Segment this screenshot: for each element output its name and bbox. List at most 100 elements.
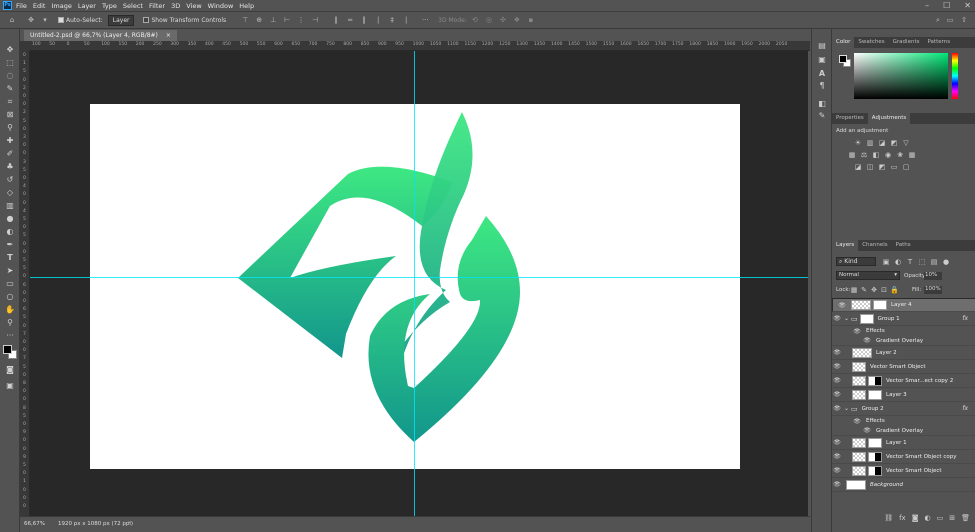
dodge-tool-icon[interactable]: ◐ bbox=[4, 227, 16, 237]
effects-row[interactable]: 👁 Effects bbox=[832, 326, 975, 336]
chevron-down-icon[interactable]: ⌄ bbox=[844, 315, 849, 322]
move-tool-icon[interactable]: ✥ bbox=[27, 16, 35, 24]
share-icon[interactable]: ⇧ bbox=[960, 16, 968, 24]
3d-slide-icon[interactable]: ❖ bbox=[513, 16, 521, 24]
menu-layer[interactable]: Layer bbox=[78, 2, 96, 10]
character-panel-icon[interactable]: A bbox=[817, 69, 827, 79]
menu-select[interactable]: Select bbox=[123, 2, 143, 10]
eraser-tool-icon[interactable]: ◇ bbox=[4, 188, 16, 198]
hue-slider[interactable] bbox=[952, 53, 958, 99]
layer-filter-kind[interactable]: ⌕ Kind bbox=[836, 257, 876, 266]
tab-swatches[interactable]: Swatches bbox=[854, 37, 888, 48]
visibility-eye-icon[interactable]: 👁 bbox=[832, 453, 842, 460]
menu-file[interactable]: File bbox=[16, 2, 27, 10]
filter-shape-icon[interactable]: ⬚ bbox=[918, 258, 926, 266]
trash-icon[interactable]: 🗑 bbox=[961, 514, 970, 526]
new-layer-icon[interactable]: ⊞ bbox=[949, 514, 955, 526]
align-right-icon[interactable]: ⊣ bbox=[311, 16, 319, 24]
eyedropper-tool-icon[interactable]: ⚲ bbox=[4, 123, 16, 133]
zoom-tool-icon[interactable]: ⚲ bbox=[4, 318, 16, 328]
more-options-icon[interactable]: ··· bbox=[421, 16, 429, 24]
layer-row[interactable]: 👁 Vector Smart Object bbox=[832, 464, 975, 478]
adjustments-icon[interactable]: ✎ bbox=[817, 111, 827, 121]
layer-row[interactable]: 👁 Vector Smar...ect copy 2 bbox=[832, 374, 975, 388]
fg-color-chip[interactable] bbox=[839, 55, 847, 63]
lasso-tool-icon[interactable]: ◌ bbox=[4, 71, 16, 81]
more-tools-icon[interactable]: ··· bbox=[4, 331, 16, 341]
visibility-eye-icon[interactable]: 👁 bbox=[832, 363, 842, 370]
3d-roll-icon[interactable]: ◎ bbox=[485, 16, 493, 24]
search-icon[interactable]: ⌕ bbox=[934, 16, 942, 24]
tab-channels[interactable]: Channels bbox=[858, 240, 891, 251]
fill-value[interactable]: 100% bbox=[924, 286, 942, 294]
tab-color[interactable]: Color bbox=[832, 37, 855, 48]
pen-tool-icon[interactable]: ✒ bbox=[4, 240, 16, 250]
document-canvas[interactable] bbox=[90, 104, 740, 469]
guide-horizontal[interactable] bbox=[30, 277, 808, 278]
brightness-adjust-icon[interactable]: ☀ bbox=[854, 139, 862, 147]
hand-tool-icon[interactable]: ✋ bbox=[4, 305, 16, 315]
align-middle-icon[interactable]: ⊕ bbox=[255, 16, 263, 24]
distribute-center-icon[interactable]: ‡ bbox=[388, 16, 396, 24]
menu-image[interactable]: Image bbox=[51, 2, 71, 10]
hue-sat-adjust-icon[interactable]: ▦ bbox=[848, 151, 856, 159]
visibility-eye-icon[interactable]: 👁 bbox=[832, 467, 842, 474]
layer-row[interactable]: 👁 Layer 2 bbox=[832, 346, 975, 360]
photo-filter-adjust-icon[interactable]: ◉ bbox=[884, 151, 892, 159]
distribute-bottom-icon[interactable]: ‖ bbox=[360, 16, 368, 24]
filter-type-icon[interactable]: T bbox=[906, 258, 914, 266]
fx-icon[interactable]: fx bbox=[899, 514, 906, 526]
threshold-adjust-icon[interactable]: ◩ bbox=[878, 163, 886, 171]
crop-tool-icon[interactable]: ⌗ bbox=[4, 97, 16, 107]
transform-controls-checkbox[interactable] bbox=[143, 17, 150, 23]
3d-pan-icon[interactable]: ✣ bbox=[499, 16, 507, 24]
tab-layers[interactable]: Layers bbox=[832, 240, 859, 251]
menu-3d[interactable]: 3D bbox=[171, 2, 180, 10]
visibility-eye-icon[interactable]: 👁 bbox=[832, 481, 842, 488]
visibility-eye-icon[interactable]: 👁 bbox=[832, 391, 842, 398]
tab-patterns[interactable]: Patterns bbox=[923, 37, 954, 48]
gradient-map-adjust-icon[interactable]: ▭ bbox=[890, 163, 898, 171]
chevron-down-icon[interactable]: ⌄ bbox=[844, 405, 849, 412]
layer-row[interactable]: 👁 Vector Smart Object copy bbox=[832, 450, 975, 464]
effects-row[interactable]: 👁 Effects bbox=[832, 416, 975, 426]
adjustment-layer-icon[interactable]: ◐ bbox=[925, 514, 931, 526]
distribute-left-icon[interactable]: | bbox=[374, 16, 382, 24]
posterize-adjust-icon[interactable]: ◫ bbox=[866, 163, 874, 171]
document-tab[interactable]: Untitled-2.psd @ 66,7% (Layer 4, RGB/8#)… bbox=[24, 30, 177, 41]
fx-icon[interactable]: fx bbox=[962, 405, 968, 412]
invert-adjust-icon[interactable]: ◪ bbox=[854, 163, 862, 171]
effect-row[interactable]: 👁 Gradient Overlay bbox=[832, 336, 975, 346]
distribute-right-icon[interactable]: | bbox=[402, 16, 410, 24]
menu-view[interactable]: View bbox=[186, 2, 201, 10]
new-group-icon[interactable]: ▭ bbox=[937, 514, 944, 526]
filter-toggle-icon[interactable]: ● bbox=[942, 258, 950, 266]
filter-pixel-icon[interactable]: ▣ bbox=[882, 258, 890, 266]
quick-select-tool-icon[interactable]: ✎ bbox=[4, 84, 16, 94]
home-icon[interactable]: ⌂ bbox=[8, 16, 16, 24]
link-layers-icon[interactable]: ⛓ bbox=[884, 514, 893, 526]
libraries-icon[interactable]: ◧ bbox=[817, 99, 827, 109]
distribute-top-icon[interactable]: ‖ bbox=[332, 16, 340, 24]
paragraph-panel-icon[interactable]: ¶ bbox=[817, 81, 827, 91]
effect-row[interactable]: 👁 Gradient Overlay bbox=[832, 426, 975, 436]
path-select-icon[interactable]: ➤ bbox=[4, 266, 16, 276]
minimize-button[interactable]: – bbox=[925, 1, 929, 10]
tab-properties[interactable]: Properties bbox=[832, 113, 868, 124]
clone-stamp-icon[interactable]: ♣ bbox=[4, 162, 16, 172]
history-panel-icon[interactable]: ▤ bbox=[817, 41, 827, 51]
levels-adjust-icon[interactable]: ▥ bbox=[866, 139, 874, 147]
layer-row[interactable]: 👁 Layer 1 bbox=[832, 436, 975, 450]
close-button[interactable]: ✕ bbox=[964, 1, 971, 10]
align-center-icon[interactable]: ⋮ bbox=[297, 16, 305, 24]
tab-paths[interactable]: Paths bbox=[892, 240, 915, 251]
paint-bucket-icon[interactable]: ▥ bbox=[4, 201, 16, 211]
maximize-button[interactable]: ☐ bbox=[943, 1, 950, 10]
lock-transparent-icon[interactable]: ▦ bbox=[850, 286, 858, 294]
3d-scale-icon[interactable]: ▪ bbox=[527, 16, 535, 24]
distribute-middle-icon[interactable]: ═ bbox=[346, 16, 354, 24]
bw-adjust-icon[interactable]: ◧ bbox=[872, 151, 880, 159]
visibility-eye-icon[interactable]: 👁 bbox=[832, 349, 842, 356]
color-balance-adjust-icon[interactable]: ⚖ bbox=[860, 151, 868, 159]
lock-pixels-icon[interactable]: ✎ bbox=[860, 286, 868, 294]
